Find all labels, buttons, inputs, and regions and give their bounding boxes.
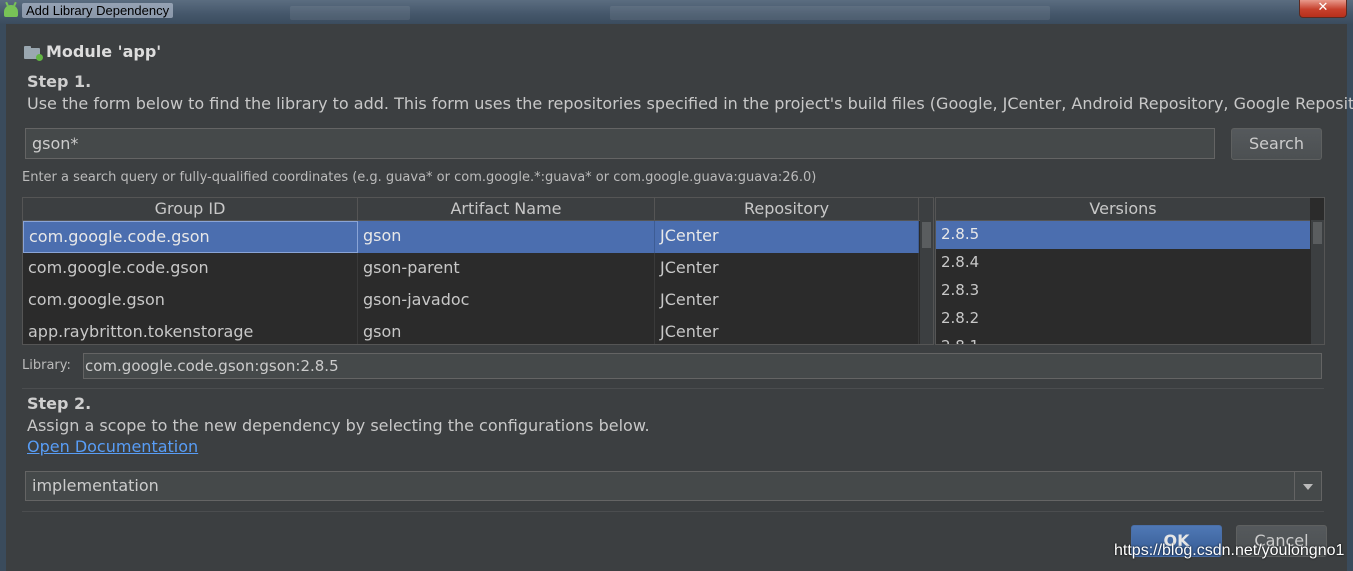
cell-group-id: com.google.code.gson (23, 253, 358, 285)
version-item[interactable]: 2.8.4 (936, 249, 1310, 277)
column-header-artifact-name[interactable]: Artifact Name (358, 198, 655, 220)
cell-group-id: com.google.code.gson (23, 221, 358, 253)
version-item[interactable]: 2.8.3 (936, 277, 1310, 305)
dialog-body: Module 'app' Step 1. Use the form below … (6, 24, 1353, 571)
table-row[interactable]: com.google.gson gson-javadoc JCenter (23, 285, 933, 317)
separator (22, 511, 1324, 512)
cell-group-id: app.raybritton.tokenstorage (23, 317, 358, 344)
cell-group-id: com.google.gson (23, 285, 358, 317)
search-input[interactable] (25, 128, 1215, 159)
close-button[interactable]: ✕ (1299, 0, 1347, 18)
background-window-ghost (610, 6, 1050, 20)
step1-description: Use the form below to find the library t… (27, 94, 1353, 113)
cell-repository: JCenter (655, 317, 919, 344)
search-button[interactable]: Search (1231, 128, 1322, 160)
table-row[interactable]: com.google.code.gson gson-parent JCenter (23, 253, 933, 285)
library-field[interactable] (83, 353, 1322, 379)
version-item[interactable]: 2.8.2 (936, 305, 1310, 333)
results-table-header: Group ID Artifact Name Repository (23, 198, 933, 221)
scope-dropdown-value: implementation (32, 476, 159, 495)
cell-repository: JCenter (655, 253, 919, 285)
scope-dropdown[interactable]: implementation (25, 471, 1322, 501)
versions-scrollbar[interactable] (1311, 220, 1324, 344)
watermark-text: https://blog.csdn.net/youlongno1 (1114, 542, 1345, 559)
window-title: Add Library Dependency (22, 3, 174, 18)
column-header-repository[interactable]: Repository (655, 198, 919, 220)
results-scrollbar-thumb[interactable] (922, 222, 931, 248)
cell-repository: JCenter (655, 221, 919, 253)
results-table: Group ID Artifact Name Repository com.go… (22, 197, 934, 345)
background-window-ghost (290, 6, 410, 20)
table-row[interactable]: app.raybritton.tokenstorage gson JCenter (23, 317, 933, 344)
version-item[interactable]: 2.8.5 (936, 221, 1310, 249)
step2-title: Step 2. (27, 394, 92, 413)
separator (22, 388, 1324, 389)
versions-scrollbar-thumb[interactable] (1313, 222, 1322, 244)
cell-artifact-name: gson-parent (358, 253, 655, 285)
window-titlebar: Add Library Dependency ✕ (0, 0, 1353, 24)
android-studio-icon (4, 5, 18, 17)
module-title: Module 'app' (46, 42, 162, 61)
version-item[interactable]: 2.8.1 (936, 333, 1310, 344)
table-row[interactable]: com.google.code.gson gson JCenter (23, 221, 933, 253)
library-label: Library: (22, 358, 71, 373)
column-header-group-id[interactable]: Group ID (23, 198, 358, 220)
versions-list: Versions 2.8.5 2.8.4 2.8.3 2.8.2 2.8.1 (935, 197, 1325, 345)
cell-artifact-name: gson (358, 317, 655, 344)
cell-artifact-name: gson-javadoc (358, 285, 655, 317)
step2-description: Assign a scope to the new dependency by … (27, 416, 650, 435)
cell-artifact-name: gson (358, 221, 655, 253)
cell-repository: JCenter (655, 285, 919, 317)
search-hint: Enter a search query or fully-qualified … (22, 170, 817, 185)
versions-header: Versions (936, 198, 1310, 221)
module-folder-icon (24, 46, 43, 61)
open-documentation-link[interactable]: Open Documentation (27, 437, 198, 456)
chevron-down-icon[interactable] (1294, 472, 1321, 500)
step1-title: Step 1. (27, 72, 92, 91)
results-scrollbar[interactable] (920, 220, 933, 344)
